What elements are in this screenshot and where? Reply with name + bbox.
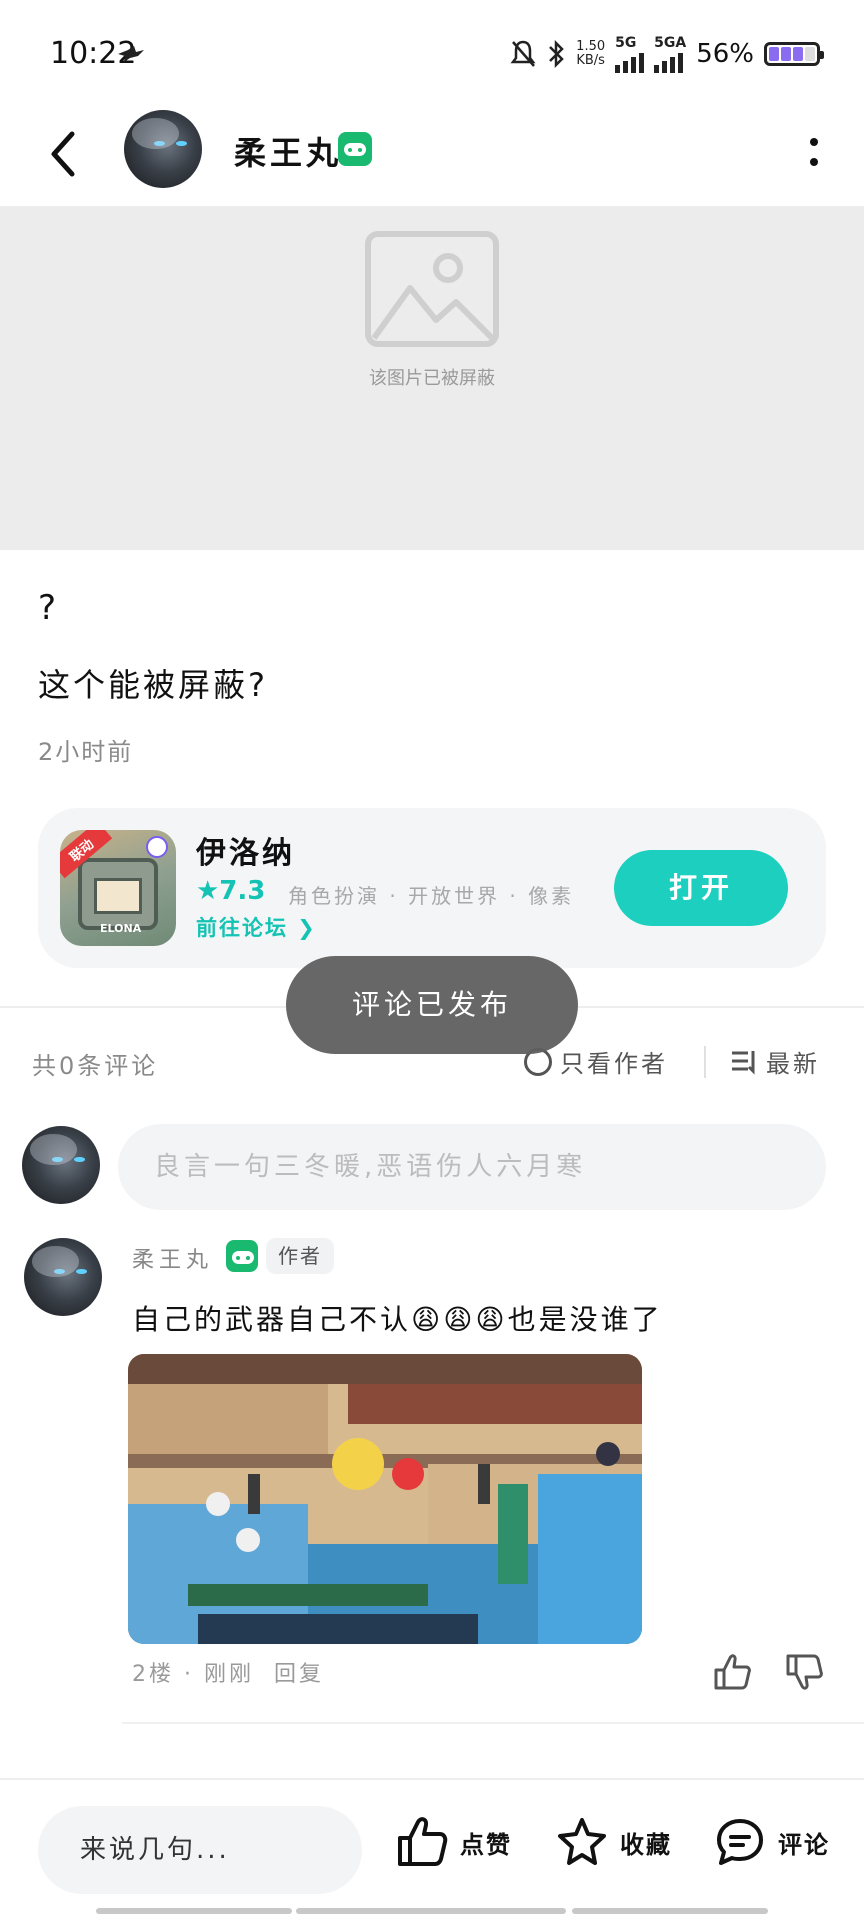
signal-5g: 5G (615, 35, 645, 73)
blocked-image-text: 该图片已被屏蔽 (369, 368, 495, 389)
signal-5ga: 5GA (654, 35, 686, 73)
bottom-action-bar: 来说几句... 点赞 收藏 评论 (0, 1778, 864, 1920)
mute-bell-icon (510, 40, 536, 67)
comment-divider (122, 1722, 864, 1724)
bird-icon (118, 46, 144, 62)
game-controller-icon (226, 1240, 258, 1272)
image-placeholder-icon (365, 231, 499, 347)
thumbs-up-icon[interactable] (712, 1652, 752, 1692)
author-tag: 作者 (266, 1238, 334, 1274)
forum-link[interactable]: 前往论坛 ❯ (196, 912, 317, 942)
more-options-icon[interactable] (808, 136, 820, 170)
home-indicator (572, 1908, 768, 1914)
back-arrow-icon[interactable] (44, 128, 84, 180)
bluetooth-icon (549, 39, 564, 69)
commenter-avatar[interactable] (24, 1238, 102, 1316)
post-time: 2小时前 (38, 738, 134, 766)
battery-percent: 56% (696, 39, 754, 69)
commenter-name[interactable]: 柔王丸 (132, 1242, 213, 1274)
signal-bars-icon (654, 51, 684, 73)
game-rating: ★7.3 (196, 876, 266, 906)
network-speed: 1.50 KB/s (576, 39, 606, 68)
game-tags: 角色扮演 · 开放世界 · 像素 (288, 884, 575, 908)
sort-icon (732, 1050, 755, 1075)
comment-meta: 2楼 · 刚刚 回复 (132, 1662, 324, 1687)
comment-image[interactable] (128, 1354, 642, 1644)
open-game-button[interactable]: 打开 (614, 850, 788, 926)
thumbs-up-icon (398, 1817, 448, 1866)
comment-text: 自己的武器自己不认😩😩😩也是没谁了 (132, 1303, 663, 1336)
sort-toggle[interactable]: 最新 (730, 1044, 820, 1079)
status-bar: 10:22 1.50 KB/s 5G 5GA 56% (0, 0, 864, 104)
reply-input[interactable]: 来说几句... (38, 1806, 362, 1894)
author-name[interactable]: 柔王丸 (234, 128, 342, 174)
game-icon-text: ELONA (100, 922, 142, 935)
comment-bubble-icon (717, 1819, 763, 1865)
comment-button[interactable]: 评论 (714, 1816, 830, 1868)
game-screenshot (128, 1354, 642, 1644)
comment-input[interactable]: 良言一句三冬暖,恶语伤人六月寒 (118, 1124, 826, 1210)
thumbs-down-icon[interactable] (784, 1652, 824, 1692)
author-avatar[interactable] (124, 110, 202, 188)
post-body: 这个能被屏蔽? (38, 666, 268, 704)
lightning-icon (146, 836, 168, 858)
game-card[interactable]: 联动 ELONA 伊洛纳 ★7.3 角色扮演 · 开放世界 · 像素 前往论坛 … (38, 808, 826, 968)
post-title: ? (38, 588, 57, 628)
filter-separator (704, 1046, 706, 1078)
game-app-icon: 联动 ELONA (60, 830, 176, 946)
star-icon (558, 1818, 606, 1865)
like-button[interactable]: 点赞 (396, 1816, 512, 1868)
home-indicator (296, 1908, 566, 1914)
game-name: 伊洛纳 (196, 836, 295, 871)
my-avatar (22, 1126, 100, 1204)
home-indicator (96, 1908, 292, 1914)
top-bar: 柔王丸 (0, 104, 864, 204)
comment-count: 共0条评论 (32, 1052, 159, 1080)
blocked-image-placeholder: 该图片已被屏蔽 (0, 206, 864, 550)
signal-bars-icon (615, 51, 645, 73)
toast-message: 评论已发布 (286, 956, 578, 1054)
reply-link[interactable]: 回复 (274, 1662, 324, 1687)
game-controller-icon (338, 132, 372, 166)
favorite-button[interactable]: 收藏 (556, 1816, 672, 1868)
battery-icon (764, 42, 824, 66)
status-icons: 1.50 KB/s 5G 5GA 56% (510, 34, 824, 74)
